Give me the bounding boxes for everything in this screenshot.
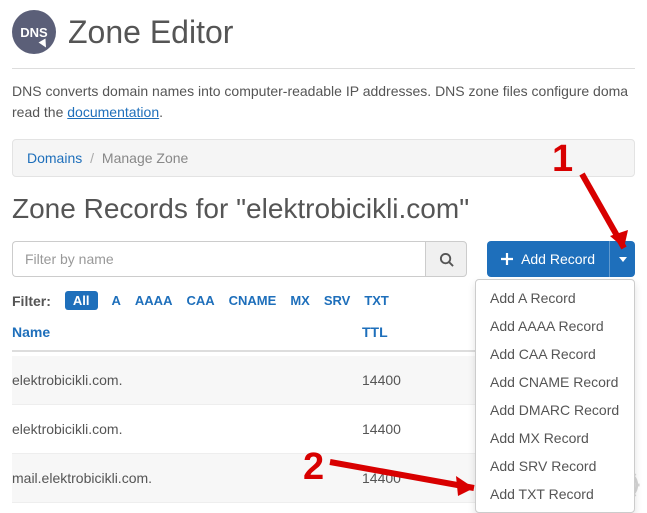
divider xyxy=(12,68,635,69)
dropdown-add-cname[interactable]: Add CNAME Record xyxy=(476,368,634,396)
filter-srv[interactable]: SRV xyxy=(324,293,351,308)
add-record-button[interactable]: Add Record xyxy=(487,241,609,277)
search-group xyxy=(12,241,467,277)
add-record-dropdown: Add A Record Add AAAA Record Add CAA Rec… xyxy=(475,279,635,513)
filter-caa[interactable]: CAA xyxy=(186,293,214,308)
search-icon xyxy=(439,252,454,267)
intro-line1: DNS converts domain names into computer-… xyxy=(12,83,628,99)
documentation-link[interactable]: documentation xyxy=(67,104,159,120)
intro-line2: read the xyxy=(12,104,67,120)
filter-mx[interactable]: MX xyxy=(290,293,310,308)
dropdown-add-dmarc[interactable]: Add DMARC Record xyxy=(476,396,634,424)
search-button[interactable] xyxy=(425,241,467,277)
breadcrumb: Domains / Manage Zone xyxy=(12,139,635,177)
breadcrumb-domains-link[interactable]: Domains xyxy=(27,150,82,166)
add-record-caret-button[interactable] xyxy=(609,241,635,277)
intro-text: DNS converts domain names into computer-… xyxy=(0,81,647,139)
filter-all[interactable]: All xyxy=(65,291,98,310)
breadcrumb-separator: / xyxy=(90,150,94,166)
col-name[interactable]: Name xyxy=(12,324,362,340)
dropdown-add-a[interactable]: Add A Record xyxy=(476,284,634,312)
cell-name: mail.elektrobicikli.com. xyxy=(12,470,362,486)
dns-icon-text: DNS xyxy=(20,25,47,40)
page-header: DNS Zone Editor xyxy=(0,0,647,68)
filter-aaaa[interactable]: AAAA xyxy=(135,293,173,308)
dropdown-add-aaaa[interactable]: Add AAAA Record xyxy=(476,312,634,340)
add-record-group: Add Record Add A Record Add AAAA Record … xyxy=(487,241,635,277)
dropdown-add-mx[interactable]: Add MX Record xyxy=(476,424,634,452)
filter-txt[interactable]: TXT xyxy=(364,293,389,308)
cell-name: elektrobicikli.com. xyxy=(12,421,362,437)
chevron-down-icon xyxy=(619,257,627,262)
filter-a[interactable]: A xyxy=(112,293,121,308)
breadcrumb-current: Manage Zone xyxy=(102,150,188,166)
filter-cname[interactable]: CNAME xyxy=(229,293,277,308)
cell-name: elektrobicikli.com. xyxy=(12,372,362,388)
plus-icon xyxy=(501,253,513,265)
dns-icon: DNS xyxy=(12,10,56,54)
filter-input[interactable] xyxy=(12,241,425,277)
dropdown-add-caa[interactable]: Add CAA Record xyxy=(476,340,634,368)
filter-label: Filter: xyxy=(12,293,51,309)
dropdown-add-srv[interactable]: Add SRV Record xyxy=(476,452,634,480)
dropdown-add-txt[interactable]: Add TXT Record xyxy=(476,480,634,508)
add-record-label: Add Record xyxy=(521,251,595,267)
controls-row: Add Record Add A Record Add AAAA Record … xyxy=(0,241,647,291)
app-title: Zone Editor xyxy=(68,14,233,51)
page-title: Zone Records for "elektrobicikli.com" xyxy=(0,193,647,241)
